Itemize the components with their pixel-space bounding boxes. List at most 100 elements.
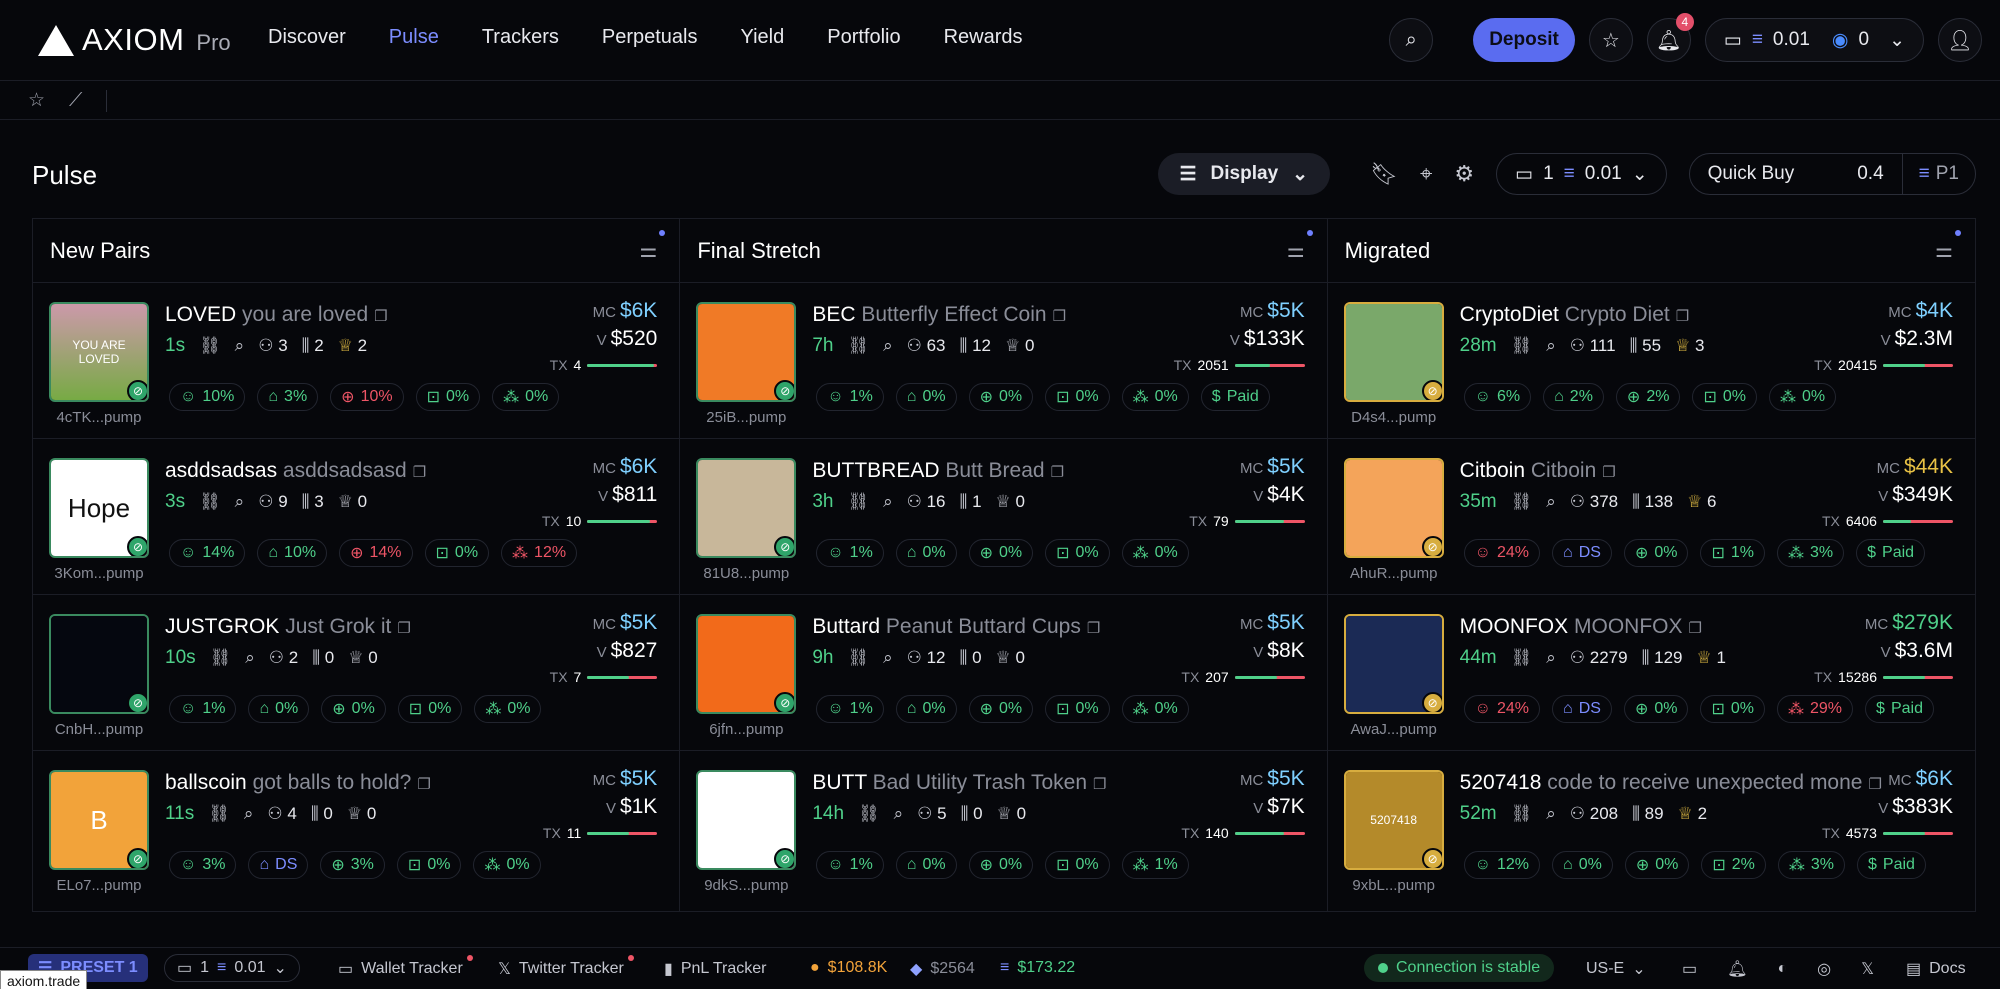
token-row[interactable]: ⊘ CnbH...pump JUSTGROK Just Grok it ❐ 10s ⛓ ⌕ ⚇…: [33, 595, 680, 751]
token-image[interactable]: 5207418 ⊘: [1343, 770, 1444, 870]
copy-icon[interactable]: ❐: [1087, 620, 1100, 637]
token-row[interactable]: ⊘ AwaJ...pump MOONFOX MOONFOX ❐ 44m ⛓ ⌕ ⚇ 2279 ⫼…: [1327, 595, 1975, 751]
token-name[interactable]: JUSTGROK Just Grok it ❐: [165, 615, 411, 639]
link-icon[interactable]: ⛓: [847, 648, 869, 668]
token-image[interactable]: ⊘: [1343, 302, 1444, 402]
nav-rewards[interactable]: Rewards: [944, 26, 1023, 49]
notifications-button[interactable]: 🔔︎ 4: [1646, 13, 1694, 62]
deposit-button[interactable]: Deposit: [1473, 18, 1575, 62]
token-image[interactable]: ⊘: [1343, 458, 1444, 558]
token-address[interactable]: 25iB...pump: [700, 409, 792, 426]
token-address[interactable]: 6jfn...pump: [700, 721, 792, 738]
token-image[interactable]: ⊘: [49, 614, 149, 714]
token-name[interactable]: BEC Butterfly Effect Coin ❐: [812, 303, 1066, 327]
discord-icon[interactable]: ◎: [1817, 959, 1831, 979]
token-name[interactable]: Buttard Peanut Buttard Cups ❐: [812, 615, 1100, 639]
search-icon[interactable]: ⌕: [883, 492, 893, 512]
token-image[interactable]: Hope ⊘: [49, 458, 149, 558]
copy-icon[interactable]: ❐: [417, 776, 430, 793]
copy-icon[interactable]: ❐: [1689, 620, 1702, 637]
gear-icon[interactable]: ⚙: [1454, 161, 1474, 187]
logo[interactable]: AXIOM Pro: [38, 22, 231, 58]
twitter-tracker-button[interactable]: 𝕏 Twitter Tracker: [498, 955, 634, 979]
token-row[interactable]: YOU ARE LOVED ⊘ 4cTK...pump LOVED you are l…: [33, 283, 680, 439]
pnl-tracker-button[interactable]: ▮ PnL Tracker: [664, 959, 766, 979]
token-image[interactable]: ⊘: [696, 302, 797, 402]
filter-icon[interactable]: ⚌: [639, 230, 666, 263]
nav-yield[interactable]: Yield: [741, 26, 785, 49]
wallet-tracker-button[interactable]: ▭ Wallet Tracker: [338, 955, 473, 979]
token-name[interactable]: 5207418 code to receive unexpected mone ❐: [1460, 771, 1882, 795]
search-icon[interactable]: ⌕: [1546, 492, 1556, 512]
copy-icon[interactable]: ❐: [1676, 308, 1689, 325]
token-row[interactable]: ⊘ 81U8...pump BUTTBREAD Butt Bread ❐ 3h ⛓ ⌕ ⚇ 1…: [680, 439, 1327, 595]
token-address[interactable]: 9xbL...pump: [1348, 877, 1440, 894]
search-icon[interactable]: ⌕: [235, 336, 245, 356]
search-icon[interactable]: ⌕: [244, 804, 254, 824]
layout-icon[interactable]: ▭: [1682, 959, 1697, 979]
token-row[interactable]: ⊘ AhuR...pump Citboin Citboin ❐ 35m ⛓ ⌕ ⚇ 378 ⫼ …: [1327, 439, 1975, 595]
token-row[interactable]: ⊘ 25iB...pump BEC Butterfly Effect Coin ❐ 7h…: [680, 283, 1327, 439]
nav-trackers[interactable]: Trackers: [482, 26, 559, 49]
search-icon[interactable]: ⌕: [1546, 336, 1556, 356]
filter-icon[interactable]: ⚌: [1935, 230, 1961, 263]
link-icon[interactable]: ⛓: [858, 804, 880, 824]
link-icon[interactable]: ⛓: [1511, 804, 1533, 824]
star-icon[interactable]: ☆: [28, 89, 45, 112]
bell-icon[interactable]: 🔔︎: [1727, 959, 1747, 979]
bottom-wallet-selector[interactable]: ▭ 1 ≡ 0.01 ⌄: [164, 954, 300, 982]
token-image[interactable]: ⊘: [1343, 614, 1444, 714]
link-icon[interactable]: ⛓: [199, 492, 221, 512]
preset-selector[interactable]: ≡ P1: [1901, 154, 1975, 194]
search-icon[interactable]: ⌕: [235, 492, 245, 512]
docs-link[interactable]: ▤ Docs: [1906, 959, 1966, 979]
copy-icon[interactable]: ❐: [1051, 464, 1064, 481]
copy-icon[interactable]: ❐: [1868, 776, 1881, 793]
copy-icon[interactable]: ❐: [1602, 464, 1615, 481]
search-icon[interactable]: ⌕: [894, 804, 904, 824]
watchlist-button[interactable]: ☆: [1588, 18, 1633, 62]
token-name[interactable]: LOVED you are loved ❐: [165, 303, 388, 327]
search-icon[interactable]: ⌕: [883, 336, 893, 356]
link-icon[interactable]: ⛓: [210, 648, 232, 668]
search-icon[interactable]: ⌕: [1546, 648, 1556, 668]
search-icon[interactable]: ⌕: [1546, 804, 1556, 824]
link-icon[interactable]: ⛓: [1511, 492, 1533, 512]
token-address[interactable]: D4s4...pump: [1348, 409, 1440, 426]
token-image[interactable]: B ⊘: [49, 770, 149, 870]
token-image[interactable]: ⊘: [696, 770, 797, 870]
wallet-balance-dropdown[interactable]: ▭ ≡ 0.01 ◉ 0 ⌄: [1704, 18, 1924, 62]
copy-icon[interactable]: ❐: [397, 620, 410, 637]
token-row[interactable]: ⊘ 6jfn...pump Buttard Peanut Buttard Cups ❐…: [680, 595, 1327, 751]
copy-icon[interactable]: ❐: [1053, 308, 1066, 325]
token-name[interactable]: CryptoDiet Crypto Diet ❐: [1460, 303, 1690, 327]
palette-icon[interactable]: ◐: [1777, 960, 1787, 978]
link-icon[interactable]: ⛓: [847, 336, 869, 356]
token-address[interactable]: 81U8...pump: [700, 565, 792, 582]
bookmark-icon[interactable]: 🔖︎: [1370, 161, 1398, 187]
nav-perpetuals[interactable]: Perpetuals: [602, 26, 698, 49]
filter-icon[interactable]: ⚌: [1287, 230, 1313, 263]
token-image[interactable]: ⊘: [696, 458, 797, 558]
crosshair-settings-icon[interactable]: ⌖: [1420, 161, 1432, 187]
link-icon[interactable]: ⛓: [208, 804, 230, 824]
chart-icon[interactable]: ⟋: [69, 90, 82, 112]
token-row[interactable]: Hope ⊘ 3Kom...pump asddsadsas asddsadsasd ❐ 3…: [33, 439, 680, 595]
token-address[interactable]: CnbH...pump: [53, 721, 145, 738]
region-selector[interactable]: US-E ⌄: [1586, 959, 1646, 979]
token-address[interactable]: AhuR...pump: [1348, 565, 1440, 582]
copy-icon[interactable]: ❐: [374, 308, 387, 325]
token-row[interactable]: B ⊘ ELo7...pump ballscoin got balls to hold…: [33, 751, 679, 907]
link-icon[interactable]: ⛓: [199, 336, 221, 356]
token-row[interactable]: 5207418 ⊘ 9xbL...pump 5207418 code to recei…: [1328, 751, 1975, 907]
token-address[interactable]: ELo7...pump: [53, 877, 145, 894]
copy-icon[interactable]: ❐: [413, 464, 426, 481]
search-icon[interactable]: ⌕: [245, 648, 255, 668]
token-address[interactable]: AwaJ...pump: [1348, 721, 1440, 738]
display-button[interactable]: ☰ Display ⌄: [1157, 153, 1331, 195]
token-name[interactable]: ballscoin got balls to hold? ❐: [165, 771, 431, 795]
token-name[interactable]: asddsadsas asddsadsasd ❐: [165, 459, 426, 483]
nav-discover[interactable]: Discover: [268, 26, 346, 49]
wallet-selector[interactable]: ▭ 1 ≡ 0.01 ⌄: [1496, 153, 1667, 195]
token-row[interactable]: ⊘ D4s4...pump CryptoDiet Crypto Diet ❐ 28m ⛓ ⌕…: [1327, 283, 1975, 439]
